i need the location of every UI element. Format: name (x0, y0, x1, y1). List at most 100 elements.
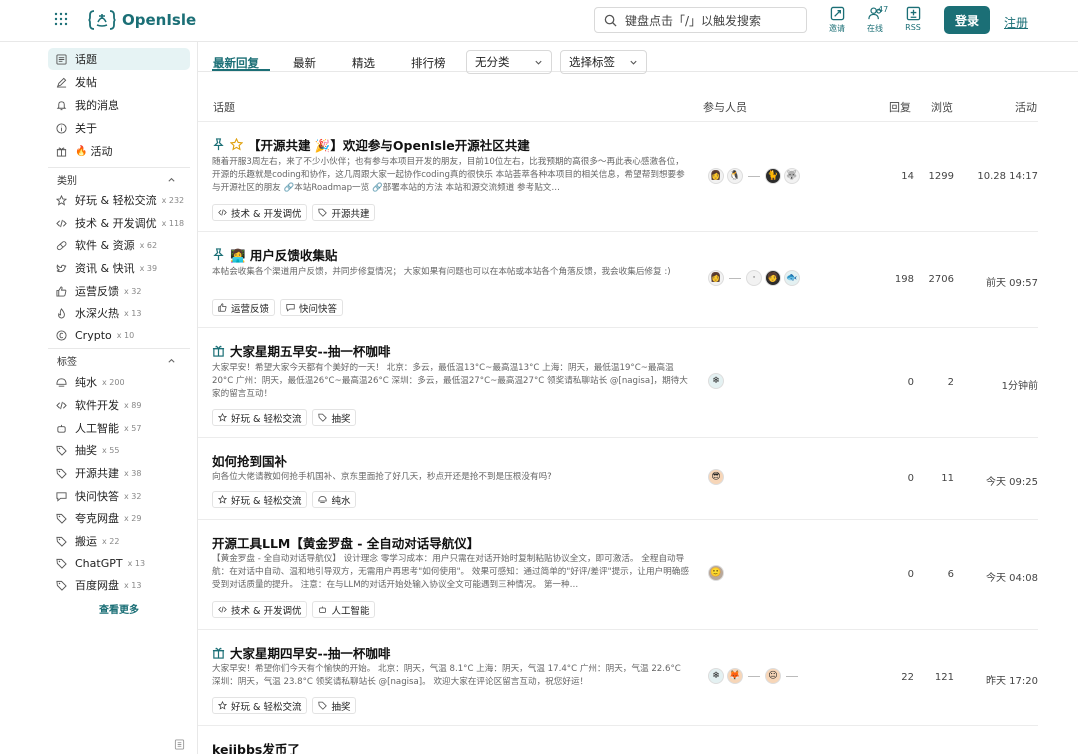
topic-tag-label: 人工智能 (331, 605, 370, 617)
sidebar-tag[interactable]: 搬运 x 22 (48, 530, 190, 552)
tag-icon (318, 208, 328, 217)
topic-row[interactable]: 大家星期五早安--抽一杯咖啡 大家早安！希望大家今天都有个美好的一天！ 北京：多… (198, 328, 1038, 438)
pin-icon (213, 138, 224, 151)
sidebar-tag[interactable]: 百度网盘 x 13 (48, 574, 190, 596)
online-button[interactable]: 47 在线 (860, 5, 890, 36)
avatar[interactable]: 🧑 (765, 270, 781, 286)
topic-tag[interactable]: 运营反馈 (212, 299, 276, 316)
avatar[interactable]: 🐈 (765, 168, 781, 184)
topic-excerpt: 大家早安！希望大家今天都有个美好的一天！ 北京：多云，最低温13°C~最高温13… (212, 363, 688, 399)
topic-tag[interactable]: 抽奖 (312, 697, 357, 714)
sidebar-category[interactable]: 运营反馈 x 32 (48, 280, 190, 302)
sidebar-tag[interactable]: 快问快答 x 32 (48, 485, 190, 507)
rss-label: RSS (905, 23, 921, 32)
activity-time: 今天 04:08 (986, 573, 1038, 584)
topic-row[interactable]: 如何抢到国补 向各位大佬请教如何抢手机国补、京东里面抢了好几天，秒点开还是抢不到… (198, 438, 1038, 520)
topic-row[interactable]: kejibbs发币了 (198, 726, 1038, 754)
sidebar-tag[interactable]: 开源共建 x 38 (48, 462, 190, 484)
rss-button[interactable]: RSS (898, 6, 928, 36)
topic-title[interactable]: kejibbs发币了 (212, 739, 300, 754)
tag-select-value: 选择标签 (569, 55, 615, 69)
topic-title[interactable]: 大家星期五早安--抽一杯咖啡 (212, 341, 390, 360)
reply-count: 0 (907, 377, 914, 388)
tab-latest[interactable]: 最新 (293, 55, 316, 71)
topic-row[interactable]: 【开源共建 🎉】欢迎参与OpenIsle开源社区共建 随着开服3周左右，来了不少… (198, 122, 1038, 232)
sidebar-tag[interactable]: ChatGPT x 13 (48, 552, 190, 574)
thumbs-up-icon (218, 303, 227, 312)
sidebar-tag[interactable]: 夸克网盘 x 29 (48, 507, 190, 529)
topic-tag[interactable]: 好玩 & 轻松交流 (212, 491, 308, 508)
robot-icon (57, 424, 66, 433)
sidebar-tag[interactable]: 纯水 x 200 (48, 371, 190, 393)
sidebar-item-messages[interactable]: 我的消息 (48, 94, 190, 116)
search-box[interactable]: 键盘点击「/」以触发搜索 (594, 7, 807, 33)
topic-tag[interactable]: 纯水 (312, 491, 357, 508)
login-button[interactable]: 登录 (944, 6, 990, 34)
topic-tag[interactable]: 人工智能 (312, 601, 376, 618)
topic-tags: 好玩 & 轻松交流 抽奖 (212, 697, 357, 714)
sidebar-tag[interactable]: 软件开发 x 89 (48, 394, 190, 416)
topic-title[interactable]: 大家星期四早安--抽一杯咖啡 (212, 643, 390, 662)
topic-title[interactable]: 如何抢到国补 (212, 451, 287, 470)
code-icon (218, 606, 227, 613)
site-logo[interactable]: OpenIsle (88, 7, 196, 33)
sidebar-category[interactable]: 技术 & 开发调优 x 118 (48, 212, 190, 234)
avatar[interactable]: 🦊 (727, 668, 743, 684)
chat-icon (56, 491, 67, 502)
code-icon (218, 209, 227, 216)
participants: 👩 🐧 🐈 🐺 (708, 168, 800, 184)
sidebar-category[interactable]: 水深火热 x 13 (48, 302, 190, 324)
avatar[interactable]: 👩 (708, 270, 724, 286)
topic-tag[interactable]: 开源共建 (312, 204, 376, 221)
register-link[interactable]: 注册 (1004, 14, 1028, 31)
sidebar-category[interactable]: Crypto x 10 (48, 324, 190, 346)
topic-title[interactable]: 【开源共建 🎉】欢迎参与OpenIsle开源社区共建 (212, 135, 530, 154)
topic-tag-label: 纯水 (331, 495, 351, 507)
avatar[interactable]: 🐺 (784, 168, 800, 184)
sidebar-item-activity[interactable]: 🔥 活动 (48, 140, 190, 162)
categories-header[interactable]: 类别 (48, 169, 190, 189)
col-replies: 回复 (889, 101, 911, 114)
topic-title[interactable]: 👩‍💻 用户反馈收集贴 (212, 245, 337, 264)
sidebar-item-about[interactable]: 关于 (48, 117, 190, 139)
topic-row[interactable]: 👩‍💻 用户反馈收集贴 本帖会收集各个渠道用户反馈，并同步修复情况； 大家如果有… (198, 232, 1038, 328)
topic-tag[interactable]: 好玩 & 轻松交流 (212, 697, 308, 714)
avatar[interactable]: 🙂 (708, 565, 724, 581)
see-more-link[interactable]: 查看更多 (48, 601, 190, 616)
avatar[interactable]: ❄ (708, 373, 724, 389)
sidebar-category[interactable]: 资讯 & 快讯 x 39 (48, 257, 190, 279)
topic-tag[interactable]: 技术 & 开发调优 (212, 601, 308, 618)
sidebar-category[interactable]: 软件 & 资源 x 62 (48, 234, 190, 256)
sidebar-item-topics[interactable]: 话题 (48, 48, 190, 70)
avatar[interactable]: 🐟 (784, 270, 800, 286)
avatar[interactable]: 😐 (765, 668, 781, 684)
topic-tag[interactable]: 抽奖 (312, 409, 357, 426)
topic-tag[interactable]: 技术 & 开发调优 (212, 204, 308, 221)
tab-ranking[interactable]: 排行榜 (411, 55, 446, 71)
coin-icon (56, 329, 67, 341)
avatar[interactable]: · (746, 270, 762, 286)
sidebar-item-post[interactable]: 发帖 (48, 71, 190, 93)
category-select[interactable]: 无分类 (466, 50, 552, 74)
topic-tag[interactable]: 快问快答 (280, 299, 344, 316)
topic-title[interactable]: 开源工具LLM【黄金罗盘 - 全自动对话导航仪】 (212, 533, 479, 552)
sidebar-tag[interactable]: 人工智能 x 57 (48, 417, 190, 439)
avatar[interactable]: 🐧 (727, 168, 743, 184)
tag-select[interactable]: 选择标签 (560, 50, 647, 74)
collapse-sidebar-icon[interactable] (174, 739, 185, 750)
invite-button[interactable]: 邀请 (822, 6, 852, 36)
bell-icon (56, 100, 67, 110)
avatar[interactable]: 👩 (708, 168, 724, 184)
avatar[interactable]: 😎 (708, 469, 724, 485)
avatar[interactable]: ❄ (708, 668, 724, 684)
tab-featured[interactable]: 精选 (352, 55, 375, 71)
code-icon (56, 401, 67, 409)
topic-row[interactable]: 大家星期四早安--抽一杯咖啡 大家早安！希望你们今天有个愉快的开始。 北京：阴天… (198, 630, 1038, 726)
topic-row[interactable]: 开源工具LLM【黄金罗盘 - 全自动对话导航仪】 【黄金罗盘 - 全自动对话导航… (198, 520, 1038, 630)
tag-label: 抽奖 (75, 444, 97, 457)
tags-header[interactable]: 标签 (48, 350, 190, 370)
topic-tag[interactable]: 好玩 & 轻松交流 (212, 409, 308, 426)
sidebar-category[interactable]: 好玩 & 轻松交流 x 232 (48, 189, 190, 211)
menu-grid-icon[interactable] (54, 12, 68, 26)
sidebar-tag[interactable]: 抽奖 x 55 (48, 439, 190, 461)
